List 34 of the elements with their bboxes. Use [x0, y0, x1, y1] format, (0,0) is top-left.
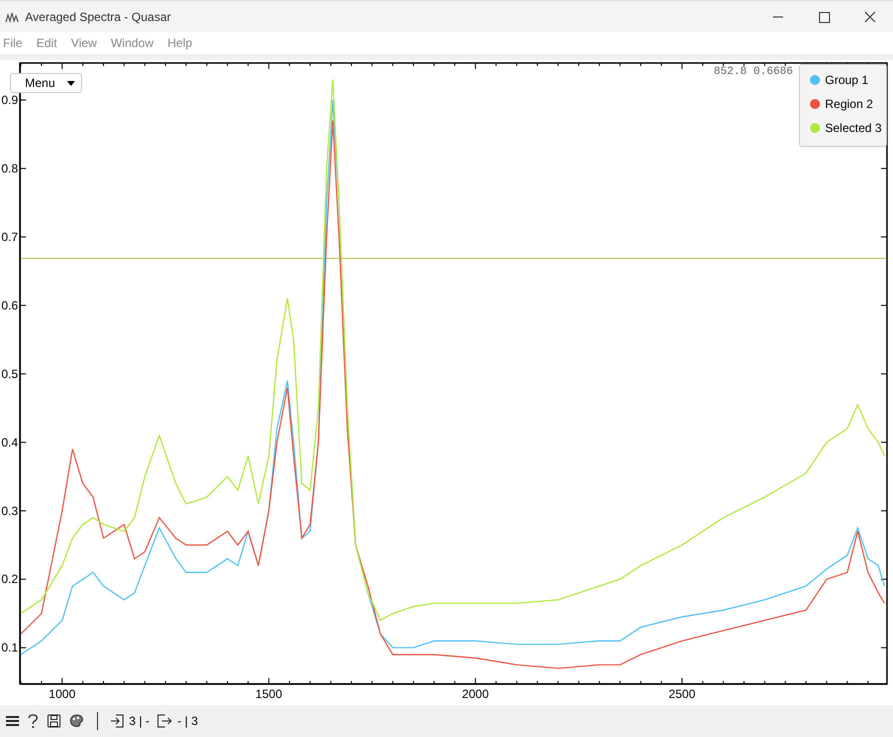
menu-item[interactable]: Edit — [33, 36, 64, 50]
input-icon[interactable] — [110, 714, 124, 728]
menu-item[interactable]: File — [0, 36, 30, 50]
legend-label: Group 1 — [825, 73, 868, 87]
legend-label: Region 2 — [825, 97, 874, 111]
menu-icon[interactable] — [6, 715, 19, 727]
y-tick-label: 0.2 — [1, 572, 18, 586]
x-tick-label: 1000 — [48, 687, 76, 701]
cursor-readout: 852.8 0.6686 — [714, 66, 793, 78]
app-icon — [5, 10, 19, 22]
caret-icon — [67, 80, 75, 86]
menu-item[interactable]: View — [68, 36, 104, 50]
menu-button[interactable]: Menu — [10, 73, 82, 93]
output-count: - | 3 — [177, 714, 198, 728]
y-tick-label: 0.6 — [1, 298, 18, 312]
output-icon[interactable] — [157, 714, 172, 728]
menu-item[interactable]: Window — [108, 36, 161, 50]
menu-item[interactable]: Help — [164, 36, 200, 50]
x-tick-label: 2500 — [668, 687, 696, 701]
x-tick-label: 2000 — [462, 687, 489, 701]
y-tick-label: 0.1 — [1, 640, 18, 655]
palette-icon[interactable] — [69, 714, 85, 728]
y-tick-label: 0.7 — [1, 230, 18, 244]
x-tick-label: 1500 — [255, 687, 282, 701]
y-tick-label: 0.5 — [1, 366, 18, 381]
y-tick-label: 0.9 — [1, 92, 18, 107]
y-tick-label: 0.3 — [1, 504, 18, 518]
window-title: Averaged Spectra - Quasar — [25, 10, 171, 24]
save-icon[interactable] — [47, 714, 61, 728]
input-count: 3 | - — [129, 714, 150, 728]
y-tick-label: 0.8 — [1, 161, 18, 176]
legend-label: Selected 3 — [825, 121, 882, 135]
help-icon[interactable] — [27, 714, 39, 728]
y-tick-label: 0.4 — [1, 435, 18, 450]
